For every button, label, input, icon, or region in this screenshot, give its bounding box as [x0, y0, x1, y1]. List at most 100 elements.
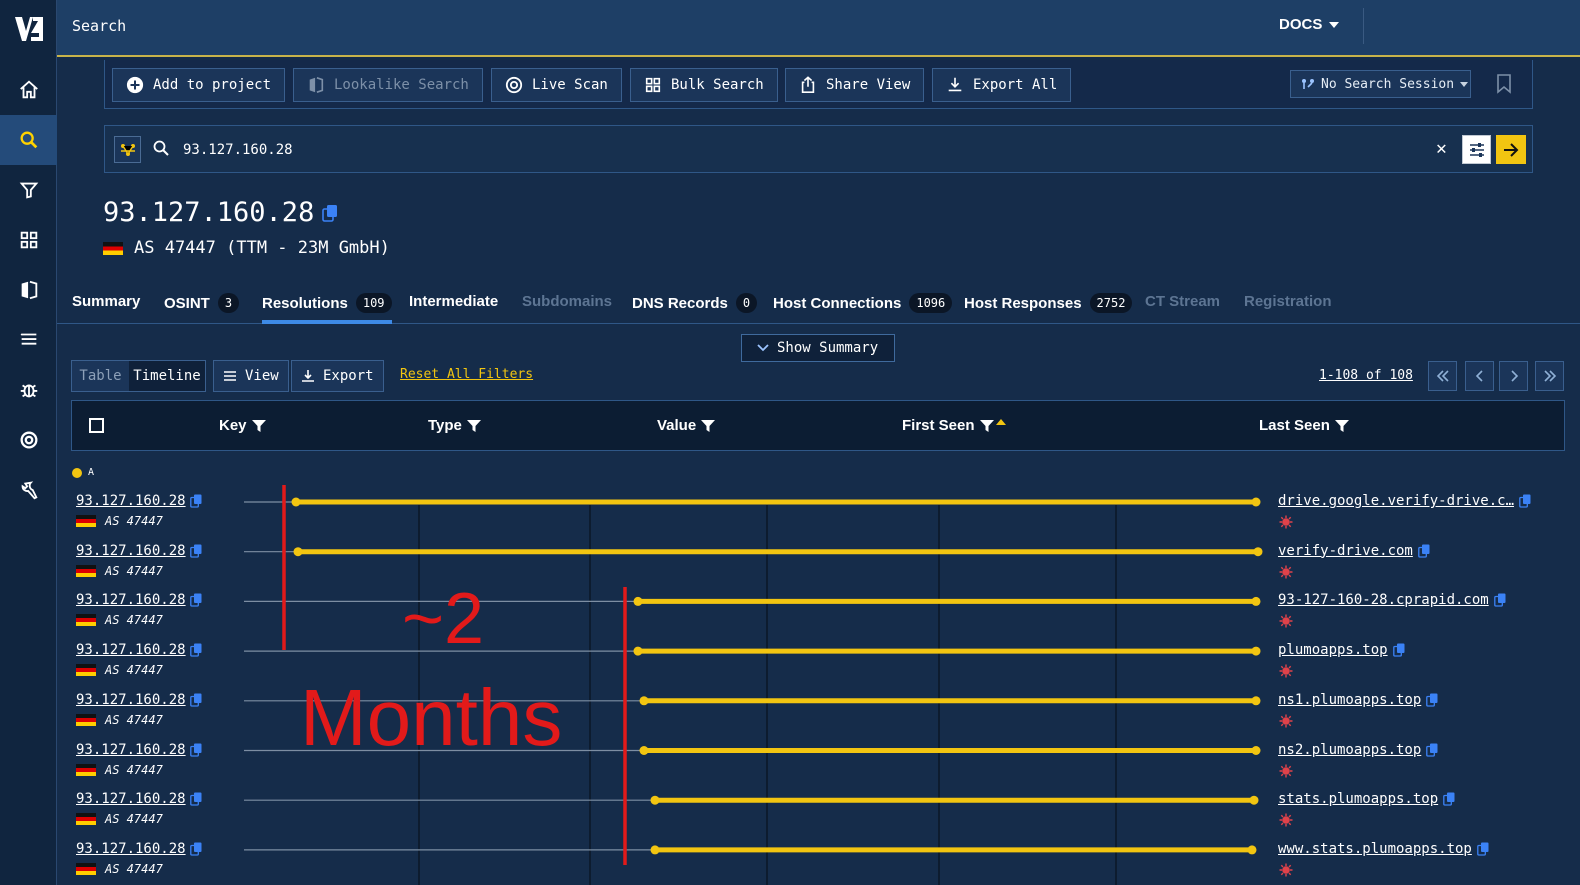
copy-icon[interactable] [189, 643, 202, 657]
reset-filters-link[interactable]: Reset All Filters [400, 367, 533, 382]
add-to-project-button[interactable]: Add to project [112, 68, 286, 102]
dashboard-nav[interactable] [0, 215, 57, 265]
last-page-button[interactable] [1535, 361, 1564, 391]
row-value-link[interactable]: ns2.plumoapps.top [1278, 742, 1438, 758]
column-header-first-seen[interactable]: First Seen [902, 417, 1006, 434]
row-key-link[interactable]: 93.127.160.28 [76, 841, 202, 857]
docs-menu[interactable]: DOCS [1279, 16, 1340, 33]
copy-icon[interactable] [1493, 593, 1506, 608]
copy-icon[interactable] [189, 743, 202, 757]
row-key-link[interactable]: 93.127.160.28 [76, 742, 202, 758]
prev-page-button[interactable] [1465, 361, 1494, 391]
first-page-button[interactable] [1428, 361, 1457, 391]
submit-search-button[interactable] [1496, 135, 1526, 164]
view-menu-button[interactable]: View [213, 360, 289, 392]
filter-icon[interactable] [979, 419, 994, 432]
export-button[interactable]: Export [291, 360, 384, 392]
copy-icon[interactable] [1443, 792, 1455, 806]
tab-intermediate[interactable]: Intermediate [409, 293, 498, 310]
copy-icon[interactable] [1519, 494, 1531, 508]
tab-dns-records[interactable]: DNS Records 0 [632, 293, 758, 313]
view-table-option[interactable]: Table [72, 361, 129, 391]
lookalike-search-button[interactable]: Lookalike Search [293, 68, 483, 102]
filter-icon[interactable] [251, 419, 266, 432]
list-nav[interactable] [0, 315, 57, 365]
malware-icon[interactable] [1279, 664, 1293, 678]
export-all-label: Export All [973, 77, 1058, 93]
tab-osint[interactable]: OSINT 3 [164, 293, 240, 313]
sort-ascending-icon[interactable] [995, 418, 1006, 426]
row-key-link[interactable]: 93.127.160.28 [76, 692, 202, 708]
malware-icon[interactable] [1279, 813, 1293, 827]
filter-icon[interactable] [466, 419, 481, 432]
column-header-type[interactable]: Type [428, 417, 481, 434]
copy-icon[interactable] [1426, 693, 1438, 707]
malware-icon[interactable] [1279, 863, 1293, 877]
copy-icon[interactable] [322, 204, 338, 222]
select-all-checkbox[interactable] [89, 418, 104, 433]
target-nav[interactable] [0, 415, 57, 465]
copy-icon[interactable] [189, 792, 202, 806]
share-view-button[interactable]: Share View [785, 68, 925, 102]
tab-host-responses[interactable]: Host Responses 2752 [964, 293, 1133, 313]
graph-icon [120, 143, 135, 156]
copy-icon[interactable] [189, 842, 202, 856]
row-value-link[interactable]: ns1.plumoapps.top [1278, 692, 1438, 708]
row-value-link[interactable]: drive.google.verify-drive.c… [1278, 493, 1531, 509]
malware-icon[interactable] [1279, 515, 1293, 529]
row-key-link[interactable]: 93.127.160.28 [76, 493, 202, 509]
filter-nav[interactable] [0, 165, 57, 215]
row-value-link[interactable]: 93-127-160-28.cprapid.com [1278, 592, 1506, 608]
malware-icon[interactable] [1279, 714, 1293, 728]
row-value-link[interactable]: plumoapps.top [1278, 642, 1405, 658]
copy-icon[interactable] [189, 544, 202, 558]
filter-icon[interactable] [1334, 419, 1349, 432]
add-to-project-label: Add to project [153, 77, 272, 93]
tab-summary[interactable]: Summary [72, 293, 140, 310]
filter-icon[interactable] [701, 419, 716, 432]
bulk-search-button[interactable]: Bulk Search [630, 68, 778, 102]
row-value-link[interactable]: www.stats.plumoapps.top [1278, 841, 1489, 857]
copy-icon[interactable] [1477, 842, 1489, 856]
row-key-link[interactable]: 93.127.160.28 [76, 642, 202, 658]
copy-icon[interactable] [189, 593, 202, 608]
copy-icon[interactable] [1392, 643, 1405, 657]
malware-icon[interactable] [1279, 565, 1293, 579]
search-input[interactable] [183, 138, 1383, 162]
row-value-link[interactable]: stats.plumoapps.top [1278, 791, 1455, 807]
search-options-button[interactable] [1462, 135, 1491, 164]
app-logo[interactable] [0, 0, 57, 57]
export-all-button[interactable]: Export All [932, 68, 1072, 102]
column-header-value[interactable]: Value [657, 417, 716, 434]
tab-ct-stream[interactable]: CT Stream [1145, 293, 1220, 310]
search-session-dropdown[interactable]: No Search Session [1290, 70, 1471, 98]
live-scan-button[interactable]: Live Scan [491, 68, 622, 102]
tab-resolutions[interactable]: Resolutions 109 [262, 293, 392, 324]
search-nav[interactable] [0, 115, 57, 165]
clear-search-button[interactable]: ✕ [1436, 138, 1447, 159]
copy-icon[interactable] [189, 693, 202, 707]
graph-mode-button[interactable] [114, 136, 141, 163]
lookalike-nav[interactable] [0, 265, 57, 315]
copy-icon[interactable] [1418, 544, 1430, 558]
next-page-button[interactable] [1499, 361, 1528, 391]
bug-nav[interactable] [0, 365, 57, 415]
bookmark-icon[interactable] [1497, 74, 1511, 94]
malware-icon[interactable] [1279, 764, 1293, 778]
row-key-link[interactable]: 93.127.160.28 [76, 592, 202, 608]
tab-host-connections[interactable]: Host Connections 1096 [773, 293, 953, 313]
row-value-link[interactable]: verify-drive.com [1278, 543, 1430, 559]
tools-nav[interactable] [0, 465, 57, 515]
copy-icon[interactable] [1426, 743, 1438, 757]
tab-subdomains[interactable]: Subdomains [522, 293, 612, 310]
tab-registration[interactable]: Registration [1244, 293, 1332, 310]
column-header-key[interactable]: Key [219, 417, 266, 434]
malware-icon[interactable] [1279, 614, 1293, 628]
show-summary-button[interactable]: Show Summary [741, 334, 895, 362]
home-nav[interactable] [0, 65, 57, 115]
column-header-last-seen[interactable]: Last Seen [1259, 417, 1349, 434]
view-timeline-option[interactable]: Timeline [129, 361, 205, 391]
row-key-link[interactable]: 93.127.160.28 [76, 791, 202, 807]
row-key-link[interactable]: 93.127.160.28 [76, 543, 202, 559]
copy-icon[interactable] [189, 494, 202, 508]
